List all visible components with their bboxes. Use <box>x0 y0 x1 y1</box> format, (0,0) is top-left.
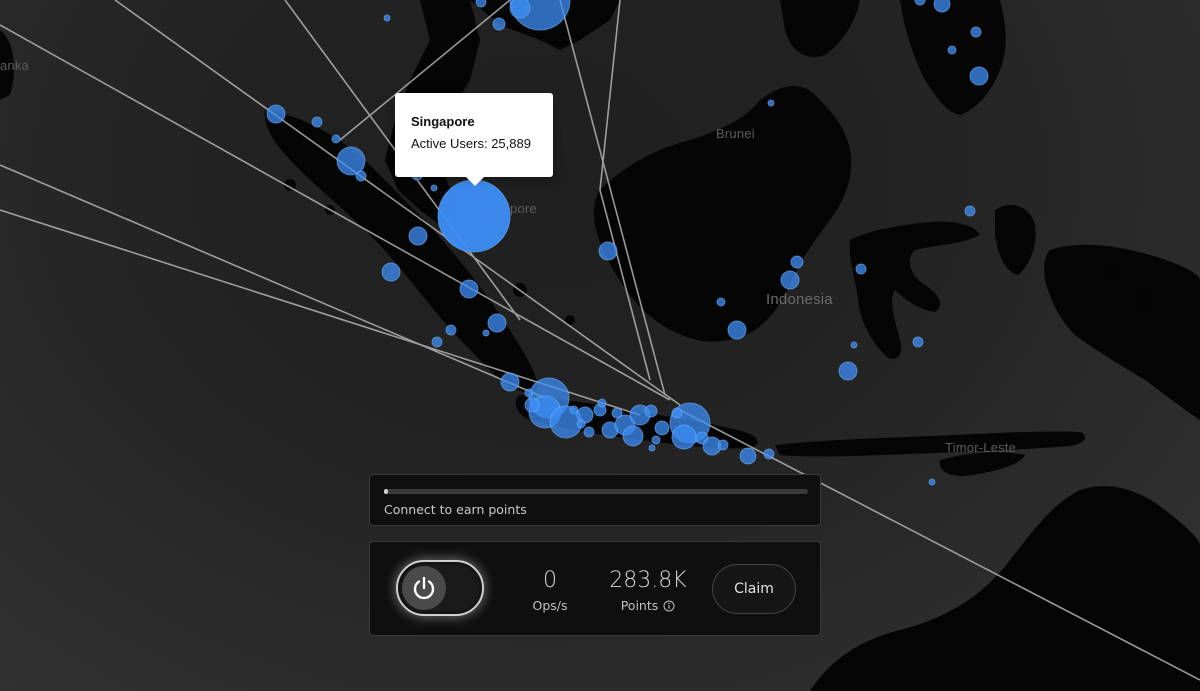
user-marker[interactable] <box>964 205 976 217</box>
tooltip-metric: Active Users: 25,889 <box>411 135 537 152</box>
user-marker[interactable] <box>583 426 595 438</box>
user-marker[interactable] <box>482 329 490 337</box>
user-marker[interactable] <box>266 104 286 124</box>
land-philippines <box>900 0 1006 115</box>
user-marker[interactable] <box>912 336 924 348</box>
user-marker[interactable] <box>524 388 534 398</box>
user-marker[interactable] <box>671 407 683 419</box>
ops-label: Ops/s <box>532 598 568 613</box>
location-tooltip: Singapore Active Users: 25,889 <box>395 93 553 186</box>
tooltip-title: Singapore <box>411 114 475 129</box>
progress-bar <box>384 489 808 494</box>
user-marker[interactable] <box>855 263 867 275</box>
user-marker[interactable] <box>383 14 391 22</box>
land-timor <box>939 452 1025 477</box>
user-marker[interactable] <box>651 435 661 445</box>
claim-button[interactable]: Claim <box>712 564 796 614</box>
land-islet <box>1104 264 1116 276</box>
user-marker[interactable] <box>492 17 506 31</box>
user-marker[interactable] <box>970 26 982 38</box>
connection-arc <box>0 24 671 401</box>
user-marker[interactable] <box>381 262 401 282</box>
user-marker[interactable] <box>331 134 341 144</box>
ops-per-second-stat: 0 Ops/s <box>520 568 580 614</box>
power-toggle[interactable] <box>396 560 484 616</box>
user-marker[interactable] <box>524 397 540 413</box>
user-marker[interactable] <box>598 241 618 261</box>
user-marker[interactable] <box>717 439 729 451</box>
user-marker[interactable] <box>780 270 800 290</box>
user-marker[interactable] <box>430 184 438 192</box>
points-value: 283.8K <box>609 568 687 593</box>
map-stage[interactable]: anka Brunei pore Indonesia Timor-Leste S… <box>0 0 1200 691</box>
land-australia <box>810 486 1200 691</box>
land-philippines-north <box>780 0 860 58</box>
user-marker[interactable] <box>500 372 520 392</box>
user-marker[interactable] <box>487 313 507 333</box>
user-marker[interactable] <box>622 425 644 447</box>
map-label-singapore: pore <box>510 201 537 216</box>
user-marker[interactable] <box>431 336 443 348</box>
land-lesser-sunda <box>775 431 1086 457</box>
user-marker[interactable] <box>790 255 804 269</box>
user-marker[interactable] <box>767 99 775 107</box>
progress-panel: Connect to earn points <box>369 474 821 526</box>
map-label-sri-lanka: anka <box>0 58 29 73</box>
user-marker[interactable] <box>763 448 775 460</box>
progress-status-text: Connect to earn points <box>384 502 527 517</box>
user-marker[interactable] <box>739 447 757 465</box>
user-marker[interactable] <box>671 424 697 450</box>
user-marker[interactable] <box>933 0 951 13</box>
control-panel: 0 Ops/s 283.8K Points Claim <box>369 541 821 636</box>
user-marker[interactable] <box>947 45 957 55</box>
map-label-brunei: Brunei <box>716 126 755 141</box>
user-marker[interactable] <box>569 405 579 415</box>
user-marker[interactable] <box>597 398 607 408</box>
power-toggle-knob[interactable] <box>402 566 446 610</box>
user-marker[interactable] <box>611 407 623 419</box>
points-label-row: Points <box>621 598 676 613</box>
user-marker[interactable] <box>727 320 747 340</box>
land-moluccas <box>995 205 1036 275</box>
user-marker[interactable] <box>850 341 858 349</box>
info-icon[interactable] <box>663 600 675 612</box>
tooltip-metric-label: Active Users: <box>411 136 488 151</box>
user-marker[interactable] <box>969 66 989 86</box>
user-marker[interactable] <box>928 478 936 486</box>
land-islet <box>1140 295 1150 305</box>
ops-label-row: Ops/s <box>532 598 567 613</box>
ops-value: 0 <box>543 568 557 593</box>
user-marker[interactable] <box>576 419 586 429</box>
user-marker[interactable] <box>437 179 511 253</box>
user-marker[interactable] <box>654 420 670 436</box>
land-new-guinea <box>1044 244 1200 420</box>
user-marker[interactable] <box>838 361 858 381</box>
user-marker[interactable] <box>644 404 658 418</box>
user-marker[interactable] <box>459 279 479 299</box>
user-marker[interactable] <box>408 226 428 246</box>
user-marker[interactable] <box>475 0 487 8</box>
map-label-indonesia: Indonesia <box>766 291 833 308</box>
user-marker[interactable] <box>355 170 367 182</box>
power-icon <box>413 576 435 600</box>
user-marker[interactable] <box>716 297 726 307</box>
points-label: Points <box>620 598 659 613</box>
connection-arc <box>599 0 621 191</box>
user-marker[interactable] <box>311 116 323 128</box>
tooltip-metric-value: 25,889 <box>491 136 531 151</box>
user-marker[interactable] <box>509 0 531 19</box>
map-label-timor-leste: Timor-Leste <box>945 440 1017 455</box>
user-marker[interactable] <box>445 324 457 336</box>
user-marker[interactable] <box>648 444 656 452</box>
progress-bar-fill <box>384 489 388 494</box>
points-stat: 283.8K Points <box>592 568 704 614</box>
